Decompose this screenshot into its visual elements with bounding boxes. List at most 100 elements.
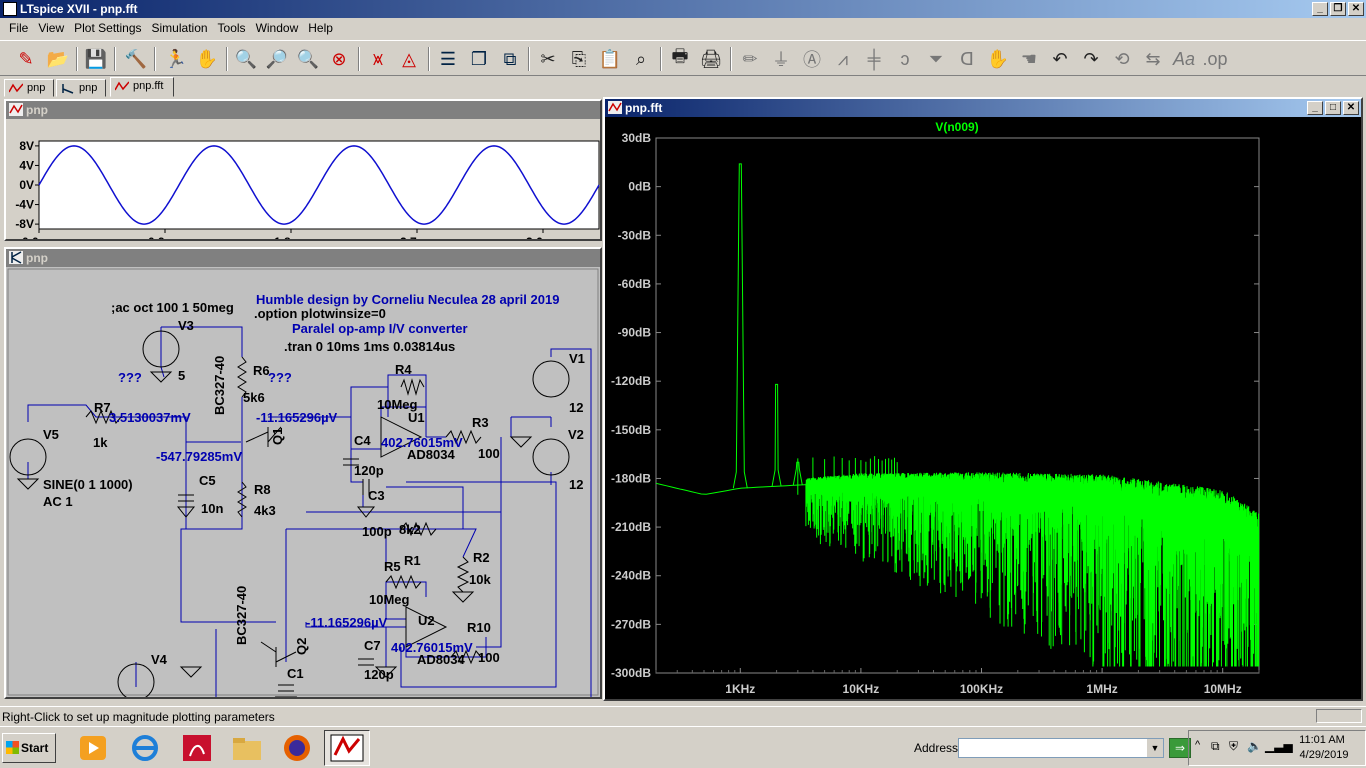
ltspice-app-icon: [3, 2, 17, 16]
internet-explorer-icon[interactable]: [128, 732, 162, 764]
system-tray: ^ ⧉ ⛨ 🔈 ▁▃▅ 11:01 AM 4/29/2019: [1188, 730, 1366, 766]
media-player-icon[interactable]: [76, 732, 110, 764]
node-voltage-5: -11.165296µV: [306, 615, 388, 630]
fft-trace-label[interactable]: V(n009): [935, 120, 978, 134]
tray-signal-icon[interactable]: ▁▃▅: [1265, 739, 1293, 753]
svg-text:;ac oct 100 1 50meg: ;ac oct 100 1 50meg: [111, 300, 234, 315]
clock-date[interactable]: 4/29/2019: [1293, 749, 1355, 761]
svg-text:12: 12: [569, 477, 583, 492]
fft-y-tick-label: 30dB: [622, 131, 652, 145]
rotate-icon[interactable]: ⟲: [1108, 45, 1136, 73]
halt-hand-icon[interactable]: ✋: [193, 45, 221, 73]
new-schematic-icon[interactable]: ✎: [12, 45, 40, 73]
svg-text:R5: R5: [384, 559, 401, 574]
tab-pnp-fft[interactable]: pnp.fft: [110, 77, 174, 97]
drag-hand-icon[interactable]: ☚: [1015, 45, 1043, 73]
time-plot-window: pnp 8V 4V 0V -4V -8V 0.0ms 0.9ms 1.8ms 2.7ms 3.6…: [4, 99, 602, 241]
schematic-title-bar[interactable]: pnp: [6, 249, 600, 267]
undo-icon[interactable]: ↶: [1046, 45, 1074, 73]
label-net-icon[interactable]: Ⓐ: [798, 45, 826, 73]
zoom-full-icon[interactable]: ⊗: [325, 45, 353, 73]
menu-plot-settings[interactable]: Plot Settings: [69, 21, 146, 35]
tile-vertical-icon[interactable]: ⧉: [496, 45, 524, 73]
redo-icon[interactable]: ↷: [1077, 45, 1105, 73]
tile-horizontal-icon[interactable]: ☰: [434, 45, 462, 73]
firefox-icon[interactable]: [280, 732, 314, 764]
copy-icon[interactable]: ⎘: [565, 45, 593, 73]
menu-help[interactable]: Help: [303, 21, 338, 35]
fft-icon[interactable]: ◬: [395, 45, 423, 73]
fft-close-button[interactable]: ✕: [1343, 101, 1359, 115]
time-plot-title-bar[interactable]: pnp: [6, 101, 600, 119]
time-plot-area[interactable]: 8V 4V 0V -4V -8V 0.0ms 0.9ms 1.8ms 2.7ms 3.6ms: [6, 119, 600, 239]
svg-text:100p: 100p: [362, 524, 392, 539]
paste-icon[interactable]: 📋: [596, 45, 624, 73]
address-input[interactable]: ▼: [958, 738, 1164, 758]
svg-text:U2: U2: [418, 613, 435, 628]
autorange-icon[interactable]: ⩙: [364, 45, 392, 73]
file-explorer-icon[interactable]: [230, 732, 264, 764]
pan-icon[interactable]: 🔎: [263, 45, 291, 73]
tray-network-icon[interactable]: ⧉: [1211, 739, 1220, 754]
ground-icon[interactable]: ⏚: [767, 45, 795, 73]
tab-pnp-waveform[interactable]: pnp: [4, 79, 54, 97]
control-panel-icon[interactable]: 🔨: [122, 45, 150, 73]
fft-y-tick-label: -150dB: [611, 423, 651, 437]
component-icon[interactable]: ᗡ: [953, 45, 981, 73]
tray-shield-icon[interactable]: ⛨: [1229, 739, 1238, 754]
svg-text:BC327-40: BC327-40: [212, 356, 227, 415]
schematic-icon: [62, 84, 74, 94]
print-icon[interactable]: 🖶: [666, 45, 694, 73]
cut-icon[interactable]: ✂: [534, 45, 562, 73]
svg-text:1k: 1k: [93, 435, 108, 450]
fft-plot-title-bar[interactable]: pnp.fft _ □ ✕: [605, 99, 1361, 117]
fft-y-tick-label: -120dB: [611, 374, 651, 388]
windows-flag-icon: [6, 741, 19, 754]
pdf-reader-icon[interactable]: [180, 732, 214, 764]
move-hand-icon[interactable]: ✋: [984, 45, 1012, 73]
close-button[interactable]: ✕: [1348, 2, 1364, 16]
menu-tools[interactable]: Tools: [213, 21, 251, 35]
menu-file[interactable]: File: [4, 21, 33, 35]
run-icon[interactable]: 🏃: [162, 45, 190, 73]
cascade-icon[interactable]: ❐: [465, 45, 493, 73]
inductor-icon[interactable]: ↄ: [891, 45, 919, 73]
clock-time[interactable]: 11:01 AM: [1293, 734, 1351, 746]
text-icon[interactable]: Aa: [1170, 45, 1198, 73]
fft-maximize-button[interactable]: □: [1325, 101, 1341, 115]
svg-text:AD8034: AD8034: [407, 447, 455, 462]
fft-minimize-button[interactable]: _: [1307, 101, 1323, 115]
menu-window[interactable]: Window: [251, 21, 304, 35]
draw-wire-icon[interactable]: ✏: [736, 45, 764, 73]
schematic-canvas[interactable]: Humble design by Corneliu Neculea 28 apr…: [6, 267, 600, 697]
minimize-button[interactable]: _: [1312, 2, 1328, 16]
svg-text:10k: 10k: [469, 572, 491, 587]
menu-simulation[interactable]: Simulation: [147, 21, 213, 35]
zoom-in-icon[interactable]: 🔍: [232, 45, 260, 73]
start-button[interactable]: Start: [2, 733, 56, 763]
zoom-out-icon[interactable]: 🔍: [294, 45, 322, 73]
subtitle-comment: Paralel op-amp I/V converter: [292, 321, 468, 336]
taskbar-ltspice-active[interactable]: [324, 730, 370, 766]
address-dropdown-icon[interactable]: ▼: [1147, 739, 1163, 757]
spice-directive-icon[interactable]: .op: [1201, 45, 1229, 73]
svg-text:V5: V5: [43, 427, 59, 442]
fft-y-tick-label: -60dB: [618, 277, 652, 291]
tray-volume-icon[interactable]: 🔈: [1247, 739, 1262, 753]
schematic-icon: [9, 251, 23, 264]
restore-button[interactable]: ❐: [1330, 2, 1346, 16]
resistor-icon[interactable]: ⩘: [829, 45, 857, 73]
find-binoculars-icon[interactable]: ⌕: [627, 45, 655, 73]
fft-plot-area[interactable]: V(n009) 30dB 0dB -30dB -60dB -90dB -120dB -150…: [605, 117, 1361, 699]
save-icon[interactable]: 💾: [82, 45, 110, 73]
print-preview-icon[interactable]: 🖨: [697, 45, 725, 73]
mirror-icon[interactable]: ⇆: [1139, 45, 1167, 73]
diode-icon[interactable]: ⏷: [922, 45, 950, 73]
menu-view[interactable]: View: [33, 21, 69, 35]
tab-pnp-schematic[interactable]: pnp: [56, 79, 106, 97]
tray-expand-icon[interactable]: ^: [1195, 739, 1200, 751]
window-title-bar[interactable]: LTspice XVII - pnp.fft _ ❐ ✕: [0, 0, 1366, 18]
svg-text:C7: C7: [364, 638, 381, 653]
capacitor-icon[interactable]: ╪: [860, 45, 888, 73]
open-folder-icon[interactable]: 📂: [44, 45, 72, 73]
